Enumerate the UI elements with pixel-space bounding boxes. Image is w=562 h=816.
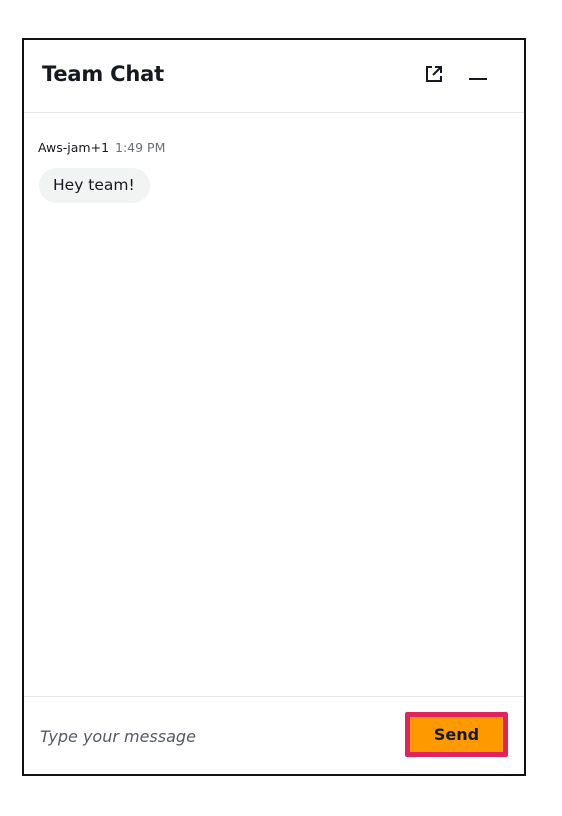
minimize-icon[interactable] xyxy=(466,62,490,86)
chat-header: Team Chat xyxy=(24,40,524,113)
chat-title: Team Chat xyxy=(42,62,164,86)
external-link-icon[interactable] xyxy=(422,62,446,86)
send-button[interactable]: Send xyxy=(410,717,503,752)
external-link-icon-graphic xyxy=(426,66,442,82)
team-chat-window: Team Chat Aws-jam+1 1:49 PM Hey team! Se… xyxy=(22,38,526,776)
send-button-highlight: Send xyxy=(405,712,508,757)
message-list: Aws-jam+1 1:49 PM Hey team! xyxy=(24,113,524,695)
message-meta: Aws-jam+1 1:49 PM xyxy=(38,140,165,155)
message-composer: Send xyxy=(24,696,524,775)
message-bubble: Hey team! xyxy=(39,168,150,203)
message-author: Aws-jam+1 xyxy=(38,140,110,155)
minimize-icon-graphic xyxy=(469,78,487,80)
message-input[interactable] xyxy=(40,719,380,753)
message-timestamp: 1:49 PM xyxy=(115,140,166,155)
